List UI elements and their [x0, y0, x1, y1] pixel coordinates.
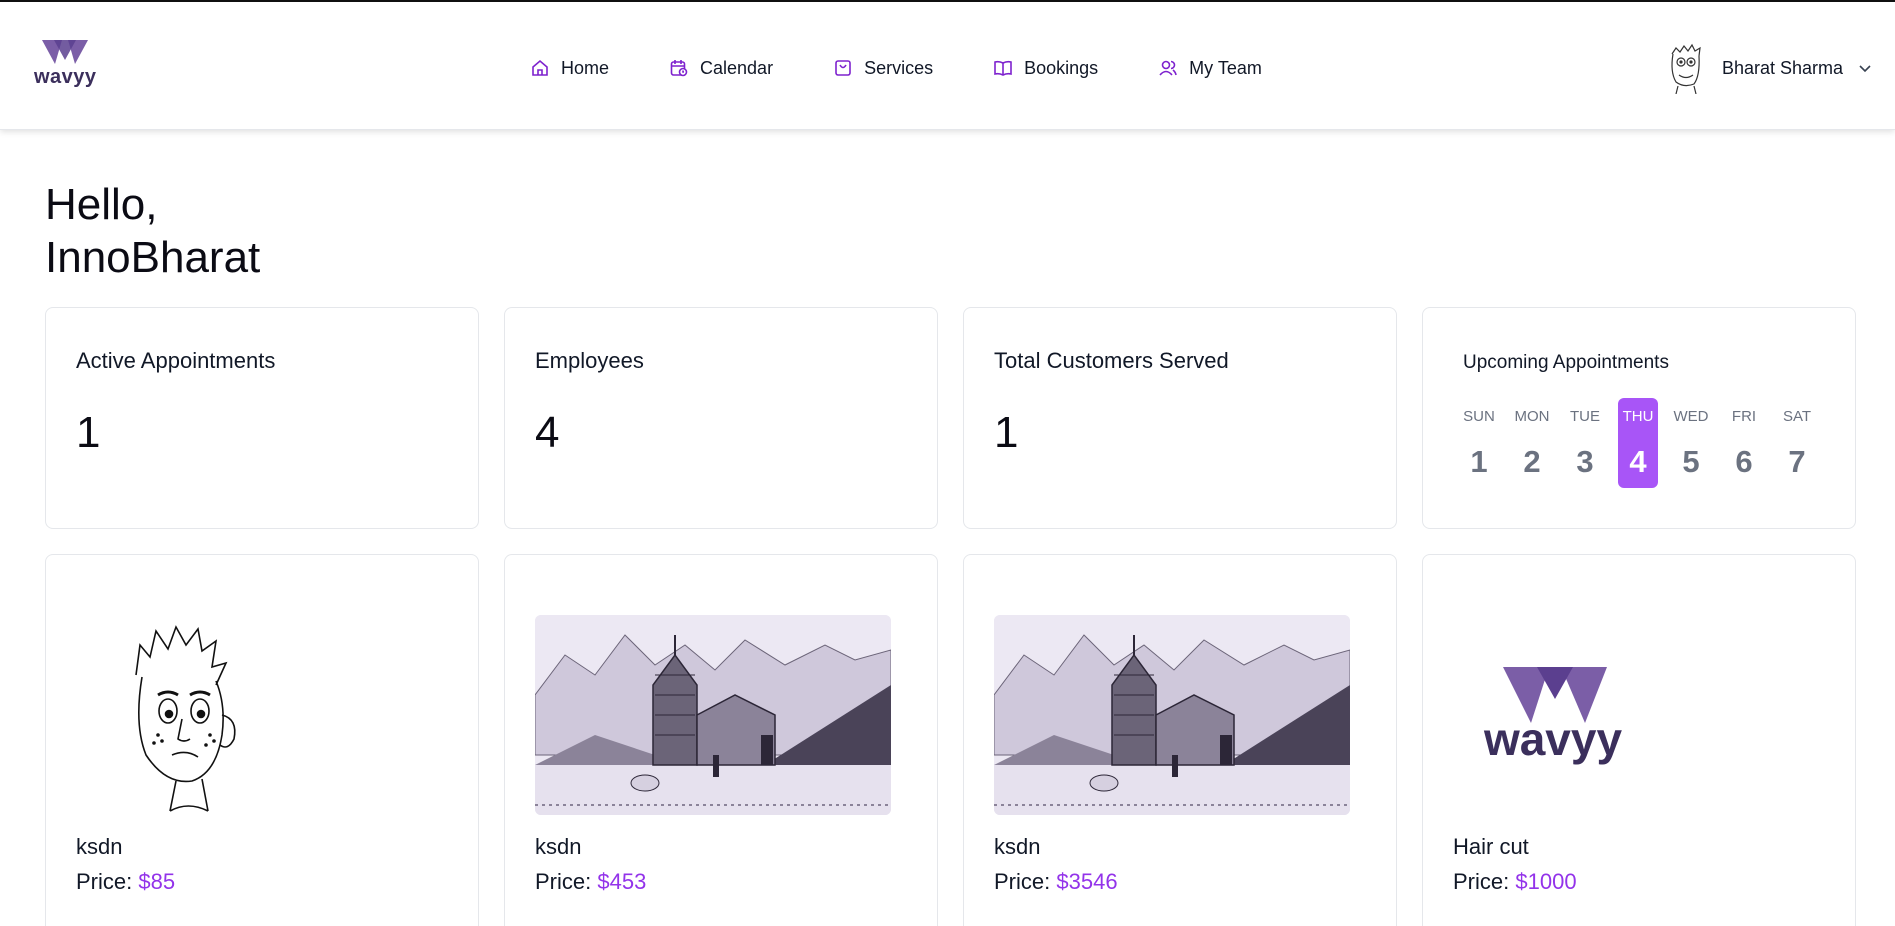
service-price: Price: $3546	[994, 869, 1118, 895]
day-sun[interactable]: SUN 1	[1459, 398, 1499, 488]
stat-value: 4	[535, 408, 560, 457]
top-navbar: wavyy Home Calendar Services Bookings My…	[0, 2, 1895, 130]
nav-my-team-label: My Team	[1189, 57, 1262, 78]
logo-text: wavyy	[34, 66, 97, 88]
day-thu-selected[interactable]: THU 4	[1618, 398, 1658, 488]
service-price: Price: $453	[535, 869, 646, 895]
nav-calendar[interactable]: Calendar	[669, 50, 773, 86]
day-date: 3	[1576, 444, 1594, 479]
price-amount: $3546	[1056, 869, 1118, 894]
service-image-wavyy-logo: wavyy	[1453, 615, 1809, 815]
greeting-line-1: Hello,	[45, 180, 158, 229]
logo-mark-icon	[42, 40, 88, 64]
stat-card-employees: Employees 4	[504, 307, 938, 529]
day-name: TUE	[1570, 408, 1600, 425]
home-icon	[530, 58, 550, 78]
price-amount: $85	[138, 869, 176, 894]
day-name: SAT	[1782, 408, 1812, 425]
stat-value: 1	[994, 408, 1019, 457]
day-date: 1	[1470, 444, 1488, 479]
service-card[interactable]: wavyy Hair cut Price: $1000	[1422, 554, 1856, 926]
service-price: Price: $1000	[1453, 869, 1577, 895]
service-name: Hair cut	[1453, 834, 1529, 859]
day-name: FRI	[1731, 408, 1757, 425]
day-date: 2	[1523, 444, 1541, 479]
user-name: Bharat Sharma	[1721, 57, 1843, 78]
page-greeting: Hello, InnoBharat	[45, 178, 260, 284]
nav-my-team[interactable]: My Team	[1158, 50, 1262, 86]
bag-icon	[833, 58, 853, 78]
day-wed[interactable]: WED 5	[1671, 398, 1711, 488]
nav-calendar-label: Calendar	[700, 57, 774, 78]
service-price: Price: $85	[76, 869, 175, 895]
service-card[interactable]: ksdn Price: $3546	[963, 554, 1397, 926]
day-date: 5	[1682, 444, 1700, 479]
day-date: 4	[1629, 444, 1647, 479]
main-nav: Home Calendar Services Bookings My Team	[530, 50, 1322, 86]
chevron-down-icon[interactable]	[1857, 60, 1873, 76]
stat-title: Employees	[535, 348, 644, 373]
logo-image-text: wavyy	[1483, 713, 1623, 765]
nav-services-label: Services	[864, 57, 934, 78]
avatar	[1664, 42, 1708, 95]
price-amount: $453	[597, 869, 647, 894]
stat-card-customers-served: Total Customers Served 1	[963, 307, 1397, 529]
service-card[interactable]: ksdn Price: $453	[504, 554, 938, 926]
day-date: 7	[1788, 444, 1806, 479]
day-tue[interactable]: TUE 3	[1565, 398, 1605, 488]
book-icon	[993, 58, 1013, 78]
upcoming-title: Upcoming Appointments	[1463, 352, 1669, 373]
upcoming-appointments-card: Upcoming Appointments SUN 1 MON 2 TUE 3 THU…	[1422, 307, 1856, 529]
day-date: 6	[1735, 444, 1753, 479]
stat-card-active-appointments: Active Appointments 1	[45, 307, 479, 529]
nav-bookings-label: Bookings	[1024, 57, 1099, 78]
nav-home-label: Home	[561, 57, 610, 78]
day-name: MON	[1514, 408, 1550, 425]
service-image-temple-sketch	[994, 615, 1350, 815]
day-fri[interactable]: FRI 6	[1724, 398, 1764, 488]
service-name: ksdn	[76, 834, 123, 859]
service-image-cartoon-face	[76, 615, 432, 815]
nav-home[interactable]: Home	[530, 50, 609, 86]
stat-title: Active Appointments	[76, 348, 276, 373]
user-menu[interactable]: Bharat Sharma	[1664, 42, 1873, 95]
day-mon[interactable]: MON 2	[1512, 398, 1552, 488]
price-label: Price:	[1453, 869, 1510, 894]
wavyy-logo[interactable]: wavyy	[34, 40, 96, 94]
day-name: WED	[1673, 408, 1709, 425]
stat-title: Total Customers Served	[994, 348, 1229, 373]
day-name: THU	[1622, 408, 1654, 425]
price-label: Price:	[535, 869, 592, 894]
nav-services[interactable]: Services	[833, 50, 933, 86]
price-label: Price:	[76, 869, 133, 894]
stat-value: 1	[76, 408, 101, 457]
team-icon	[1158, 58, 1178, 78]
nav-bookings[interactable]: Bookings	[993, 50, 1098, 86]
week-strip: SUN 1 MON 2 TUE 3 THU 4 WED 5 FRI 6 SAT 7	[1459, 398, 1830, 488]
service-name: ksdn	[994, 834, 1041, 859]
calendar-icon	[669, 58, 689, 78]
day-name: SUN	[1463, 408, 1495, 425]
greeting-name: InnoBharat	[45, 233, 261, 282]
service-image-temple-sketch	[535, 615, 891, 815]
day-sat[interactable]: SAT 7	[1777, 398, 1817, 488]
price-label: Price:	[994, 869, 1051, 894]
price-amount: $1000	[1515, 869, 1577, 894]
service-name: ksdn	[535, 834, 582, 859]
service-card[interactable]: ksdn Price: $85	[45, 554, 479, 926]
